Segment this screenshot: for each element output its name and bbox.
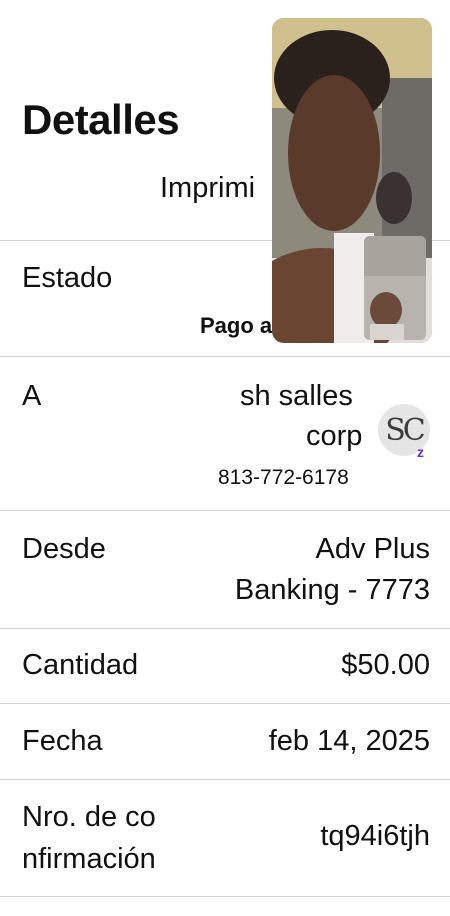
print-link[interactable]: Imprimi — [160, 172, 255, 205]
recipient-name-line2: corp — [306, 420, 363, 452]
from-account-line1: Adv Plus — [315, 533, 430, 565]
recipient-phone: 813-772-6178 — [218, 466, 349, 489]
confirmation-value: tq94i6tjh — [320, 820, 430, 852]
from-account-line2: Banking - 7773 — [234, 574, 430, 606]
divider — [0, 628, 450, 629]
status-label: Estado — [22, 262, 113, 294]
date-label: Fecha — [22, 725, 103, 757]
divider — [0, 356, 450, 357]
recipient-label: A — [22, 380, 42, 412]
video-call-window[interactable] — [272, 18, 432, 343]
zelle-badge-icon: z — [417, 444, 424, 460]
page-title: Detalles — [22, 96, 180, 143]
divider — [0, 896, 450, 897]
from-label: Desde — [22, 533, 106, 565]
payment-details-screen: Detalles Imprimi Estado Pago a A sh sall… — [0, 0, 450, 916]
recipient-name-line1: sh salles — [240, 380, 353, 412]
divider — [0, 510, 450, 511]
confirmation-label-line1: Nro. de co — [22, 801, 156, 833]
self-view-camera-icon[interactable] — [364, 236, 426, 340]
amount-label: Cantidad — [22, 649, 139, 681]
divider — [0, 779, 450, 780]
divider — [0, 703, 450, 704]
date-value: feb 14, 2025 — [268, 725, 430, 757]
amount-value: $50.00 — [341, 649, 430, 681]
confirmation-label-line2: nfirmación — [22, 843, 156, 875]
avatar-initials: SC — [385, 412, 425, 448]
status-subtext: Pago a — [200, 313, 273, 338]
